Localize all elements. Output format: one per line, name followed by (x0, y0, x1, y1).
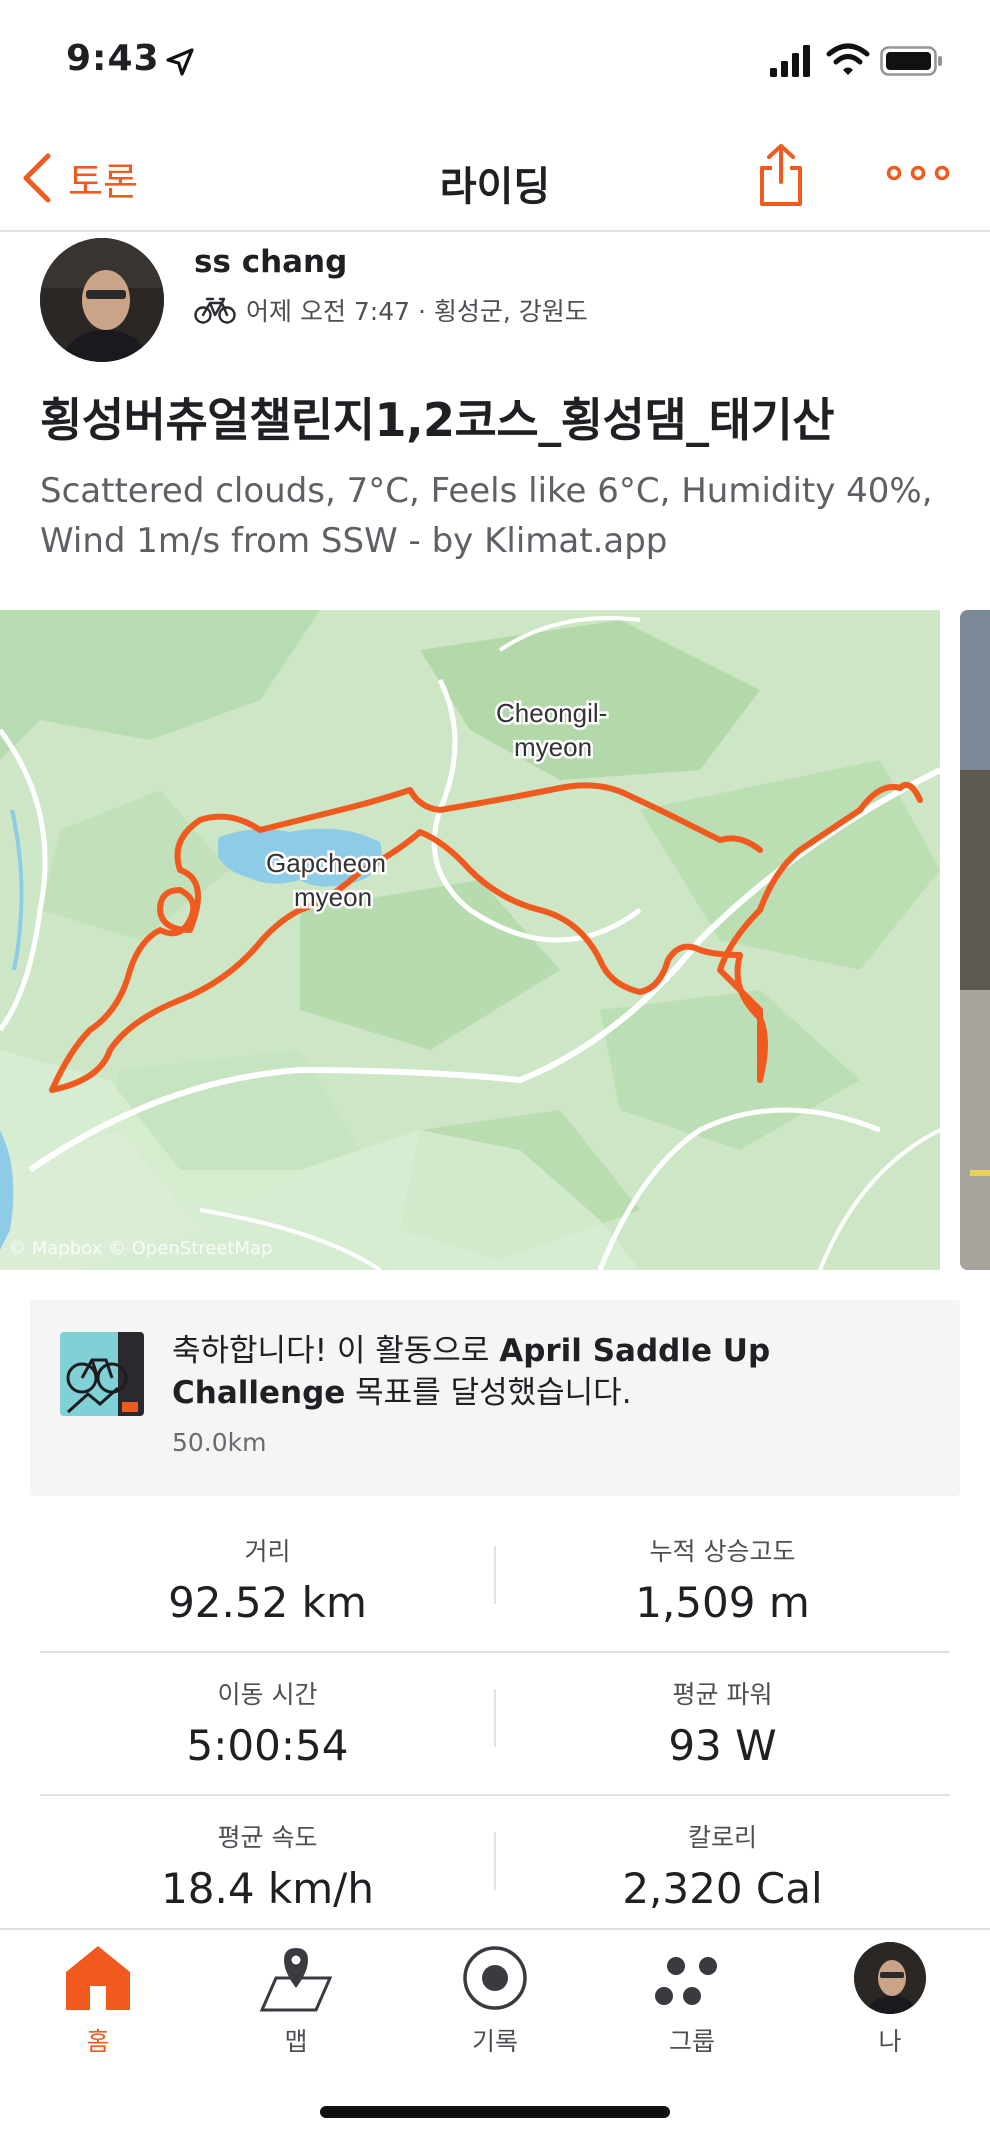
tab-you[interactable]: 나 (815, 1942, 965, 2072)
stats-row: 거리 92.52 km 누적 상승고도 1,509 m (40, 1510, 950, 1653)
activity-map[interactable]: Cheongil- myeon Gapcheon myeon (0, 610, 940, 1270)
map-label-gapcheon: Gapcheon (266, 848, 386, 878)
profile-avatar (854, 1942, 926, 2014)
activity-time-location: 어제 오전 7:47 · 횡성군, 강원도 (246, 297, 588, 326)
more-options-icon[interactable] (886, 158, 950, 188)
challenge-distance: 50.0km (172, 1428, 267, 1457)
home-indicator (320, 2106, 670, 2118)
stat-label: 이동 시간 (217, 1680, 318, 1709)
challenge-message: 축하합니다! 이 활동으로 April Saddle Up Challenge … (172, 1330, 932, 1414)
activity-title: 횡성버츄얼챌린지1,2코스_횡성댐_태기산 (40, 393, 835, 447)
athlete-name[interactable]: ss chang (194, 244, 347, 280)
location-arrow-icon (166, 48, 194, 76)
tab-label: 그룹 (668, 2027, 715, 2056)
share-icon[interactable] (756, 142, 806, 208)
challenge-achievement-card[interactable]: 축하합니다! 이 활동으로 April Saddle Up Challenge … (30, 1300, 960, 1496)
stat-moving-time: 이동 시간 5:00:54 (40, 1653, 495, 1770)
activity-description: Scattered clouds, 7°C, Feels like 6°C, H… (40, 471, 933, 561)
stat-label: 누적 상승고도 (649, 1537, 796, 1566)
map-icon (259, 1948, 333, 2012)
stat-elevation-gain: 누적 상승고도 1,509 m (495, 1510, 950, 1627)
stat-label: 거리 (244, 1537, 291, 1566)
status-bar: 9:43 (0, 0, 990, 120)
map-attribution[interactable]: © Mapbox © OpenStreetMap (8, 1238, 272, 1259)
stat-label: 평균 속도 (217, 1823, 318, 1852)
stats-row: 이동 시간 5:00:54 평균 파워 93 W (40, 1653, 950, 1796)
stat-value: 18.4 km/h (161, 1864, 374, 1913)
tab-label: 기록 (471, 2027, 518, 2056)
stat-distance: 거리 92.52 km (40, 1510, 495, 1627)
status-time: 9:43 (66, 38, 160, 79)
map-label-cheongil-2: myeon (514, 732, 592, 762)
tab-maps[interactable]: 맵 (221, 1942, 371, 2072)
challenge-suffix: 목표를 달성했습니다. (345, 1375, 632, 1411)
stat-label: 평균 파워 (672, 1680, 773, 1709)
map-label-gapcheon-2: myeon (294, 882, 372, 912)
navigation-bar: 토론 라이딩 (0, 120, 990, 232)
activity-stats: 거리 92.52 km 누적 상승고도 1,509 m 이동 시간 5:00:5… (40, 1510, 950, 1939)
stat-calories: 칼로리 2,320 Cal (495, 1796, 950, 1913)
stat-value: 93 W (668, 1721, 777, 1770)
activity-meta: 어제 오전 7:47 · 횡성군, 강원도 (194, 292, 588, 328)
tab-home[interactable]: 홈 (23, 1942, 173, 2072)
record-icon (463, 1946, 527, 2010)
athlete-avatar[interactable] (40, 238, 164, 362)
tab-label: 홈 (86, 2027, 110, 2056)
stat-value: 2,320 Cal (622, 1864, 823, 1913)
stat-avg-speed: 평균 속도 18.4 km/h (40, 1796, 495, 1913)
stat-value: 92.52 km (168, 1578, 367, 1627)
wifi-icon (826, 43, 870, 75)
stats-row: 평균 속도 18.4 km/h 칼로리 2,320 Cal (40, 1796, 950, 1939)
challenge-badge-icon (60, 1332, 144, 1416)
bicycle-icon (194, 297, 236, 324)
stat-value: 5:00:54 (186, 1721, 349, 1770)
cellular-signal-icon (770, 45, 810, 77)
tab-label: 맵 (284, 2027, 308, 2056)
tab-label: 나 (878, 2027, 902, 2056)
stat-value: 1,509 m (635, 1578, 810, 1627)
challenge-prefix: 축하합니다! 이 활동으로 (172, 1333, 500, 1369)
tab-groups[interactable]: 그룹 (617, 1942, 767, 2072)
map-label-cheongil: Cheongil- (496, 698, 607, 728)
tab-record[interactable]: 기록 (420, 1942, 570, 2072)
battery-icon (880, 46, 942, 76)
stat-avg-power: 평균 파워 93 W (495, 1653, 950, 1770)
avatar-photo (40, 238, 164, 362)
stat-label: 칼로리 (687, 1823, 757, 1852)
map-canvas: Cheongil- myeon Gapcheon myeon (0, 610, 940, 1270)
page-title: 라이딩 (439, 164, 551, 210)
groups-icon (655, 1957, 717, 2005)
photo-image (960, 610, 990, 1270)
photo-thumbnail-peek[interactable] (960, 610, 990, 1270)
home-icon (66, 1946, 130, 2010)
